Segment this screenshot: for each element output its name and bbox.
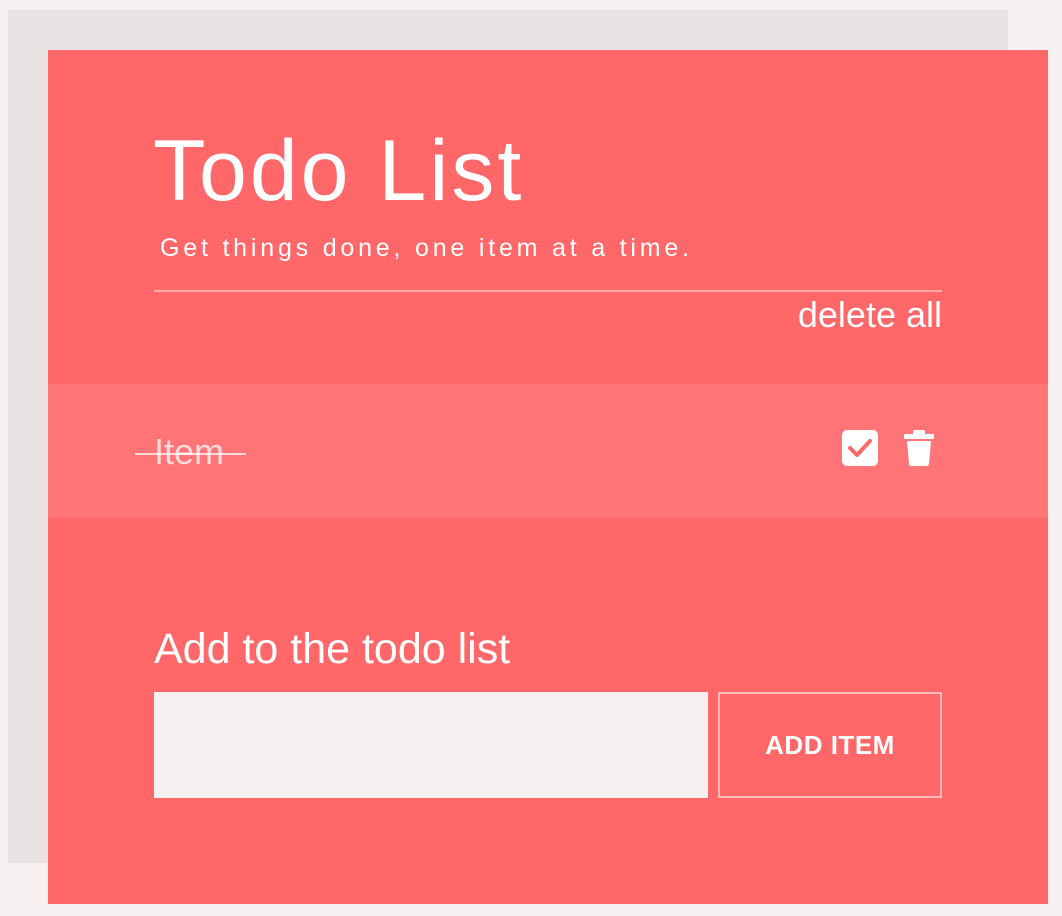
- checkbox-checked-icon: [842, 430, 878, 466]
- page-subtitle: Get things done, one item at a time.: [160, 234, 693, 262]
- add-todo-label: Add to the todo list: [154, 625, 511, 673]
- trash-icon: [904, 430, 934, 466]
- todo-item-text: Item: [154, 431, 225, 472]
- completed-strikethrough: [135, 453, 246, 455]
- complete-item-button[interactable]: [841, 429, 879, 467]
- delete-item-button[interactable]: [900, 429, 938, 467]
- header-divider: [154, 290, 942, 292]
- todo-card: Todo List Get things done, one item at a…: [48, 50, 1048, 904]
- page-title: Todo List: [153, 123, 525, 219]
- todo-input[interactable]: [154, 692, 708, 798]
- delete-all-button[interactable]: delete all: [798, 297, 942, 333]
- add-item-button[interactable]: ADD ITEM: [718, 692, 942, 798]
- todo-item: Item: [48, 384, 1048, 518]
